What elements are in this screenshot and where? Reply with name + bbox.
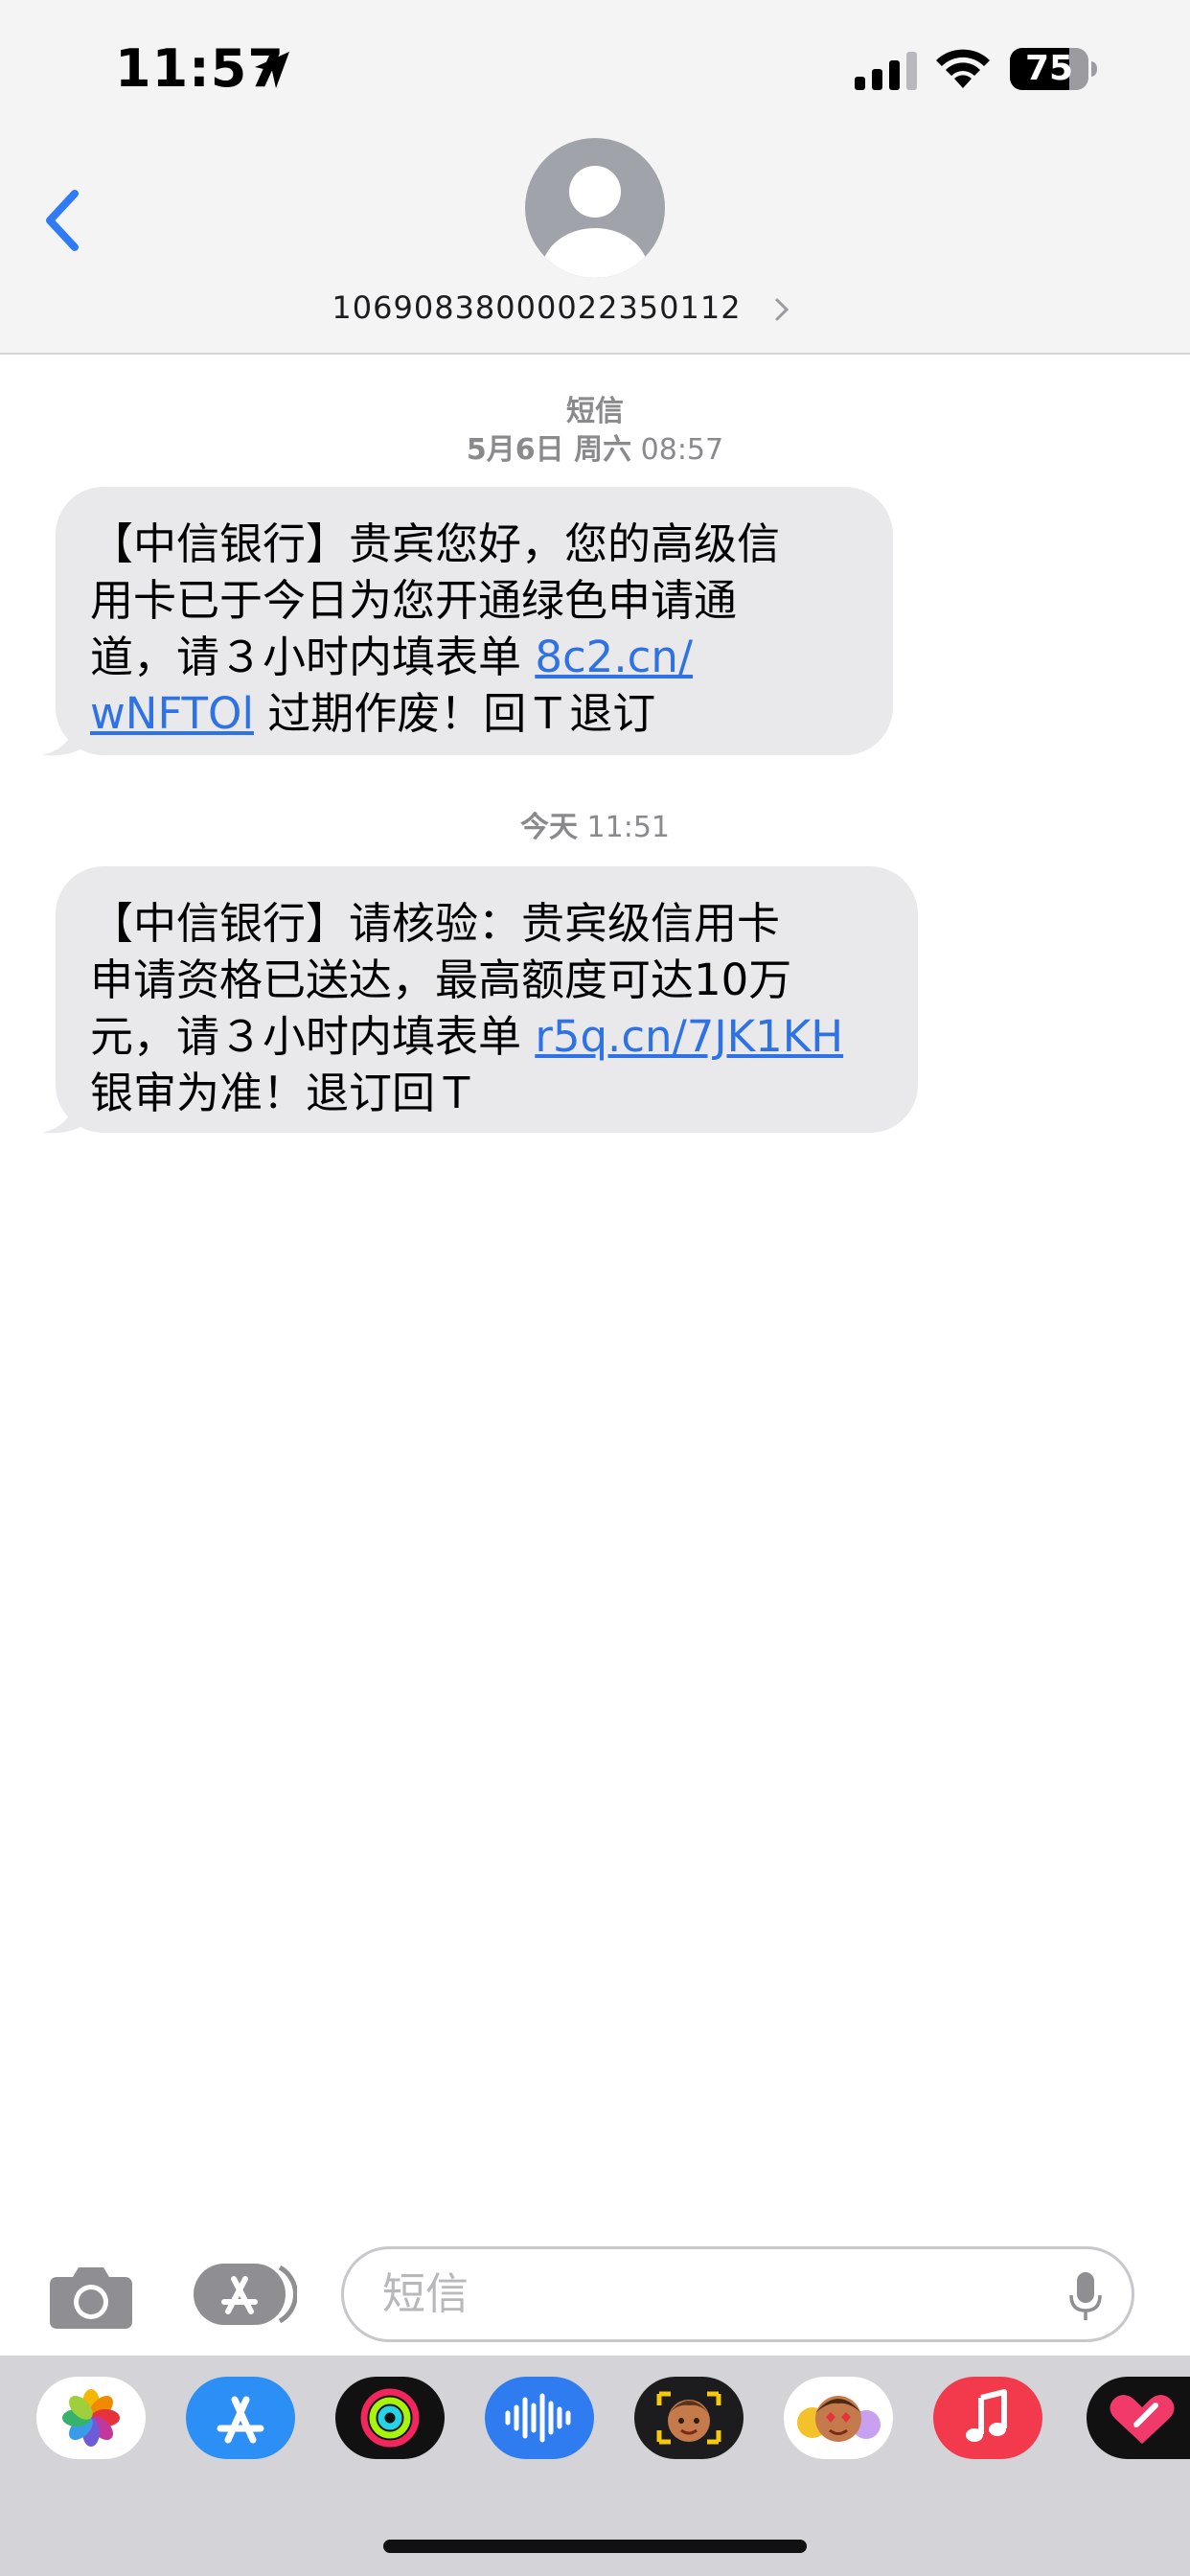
message-line: 银审为准！退订回Ｔ (90, 1065, 883, 1121)
animoji-stickers-app-icon[interactable] (784, 2377, 893, 2459)
imessage-app-drawer (0, 2356, 1190, 2576)
conversation-header: 11:57 75 1069083800002235​0112 (0, 0, 1190, 355)
message-text: 道，请３小时内填表单 (90, 632, 536, 682)
audio-message-app-icon[interactable] (485, 2377, 594, 2459)
photos-app-icon[interactable] (36, 2377, 146, 2459)
location-arrow-icon (255, 52, 289, 88)
camera-icon[interactable] (48, 2262, 134, 2331)
message-input-field[interactable]: 短信 (341, 2246, 1134, 2342)
back-chevron-icon[interactable] (38, 182, 86, 259)
contact-number[interactable]: 1069083800002235​0112 (287, 289, 786, 326)
microphone-icon[interactable] (1068, 2270, 1103, 2322)
cellular-signal-icon (855, 52, 917, 90)
timestamp-time: 11:51 (586, 811, 670, 844)
message-line: 【中信银行】请核验：贵宾级信用卡 (90, 895, 883, 952)
message-text: 【中信银行】请核验：贵宾级信用卡 (90, 898, 781, 949)
message-link[interactable]: wNFTOl (90, 688, 254, 739)
service-label: 短信 (566, 395, 624, 428)
app-store-app-icon[interactable] (186, 2377, 295, 2459)
battery-level: 75 (1024, 49, 1074, 88)
message-text: 用卡已于今日为您开通绿色申请通 (90, 575, 738, 626)
digital-touch-app-icon[interactable] (1087, 2377, 1190, 2459)
timestamp-date: 5月6日 周六 (466, 433, 632, 467)
activity-app-icon[interactable] (335, 2377, 445, 2459)
message-timestamp: 5月6日 周六 08:57 (0, 426, 1190, 468)
message-text: 【中信银行】贵宾您好，您的高级信 (90, 518, 781, 569)
message-input-placeholder: 短信 (382, 2268, 469, 2319)
contact-avatar[interactable] (525, 138, 665, 278)
wifi-icon (936, 49, 990, 88)
message-line: 元，请３小时内填表单 r5q.cn/7JK1KH (90, 1008, 883, 1065)
apps-icon[interactable] (192, 2260, 297, 2329)
home-indicator[interactable] (383, 2540, 807, 2553)
message-link[interactable]: r5q.cn/7JK1KH (535, 1011, 843, 1062)
memoji-app-icon[interactable] (634, 2377, 744, 2459)
message-text: 元，请３小时内填表单 (90, 1011, 536, 1062)
message-line: 道，请３小时内填表单 8c2.cn/ (90, 629, 858, 685)
message-text: 申请资格已送达，最高额度可达10万 (90, 954, 792, 1005)
message-line: wNFTOl 过期作废！回Ｔ退订 (90, 685, 858, 742)
message-link[interactable]: 8c2.cn/ (535, 632, 693, 682)
message-line: 申请资格已送达，最高额度可达10万 (90, 952, 883, 1008)
message-bubble[interactable]: 【中信银行】请核验：贵宾级信用卡 申请资格已送达，最高额度可达10万 元，请３小… (56, 866, 918, 1133)
message-text: 过期作废！回Ｔ退订 (253, 688, 656, 739)
timestamp-date: 今天 (519, 811, 578, 844)
message-text: 银审为准！退订回Ｔ (90, 1068, 479, 1118)
message-bubble[interactable]: 【中信银行】贵宾您好，您的高级信 用卡已于今日为您开通绿色申请通 道，请３小时内… (56, 487, 893, 755)
message-line: 用卡已于今日为您开通绿色申请通 (90, 572, 858, 629)
timestamp-time: 08:57 (640, 433, 724, 467)
message-line: 【中信银行】贵宾您好，您的高级信 (90, 516, 858, 572)
contact-details-chevron-icon[interactable] (774, 297, 790, 322)
message-timestamp: 今天 11:51 (0, 803, 1190, 845)
music-app-icon[interactable] (933, 2377, 1042, 2459)
